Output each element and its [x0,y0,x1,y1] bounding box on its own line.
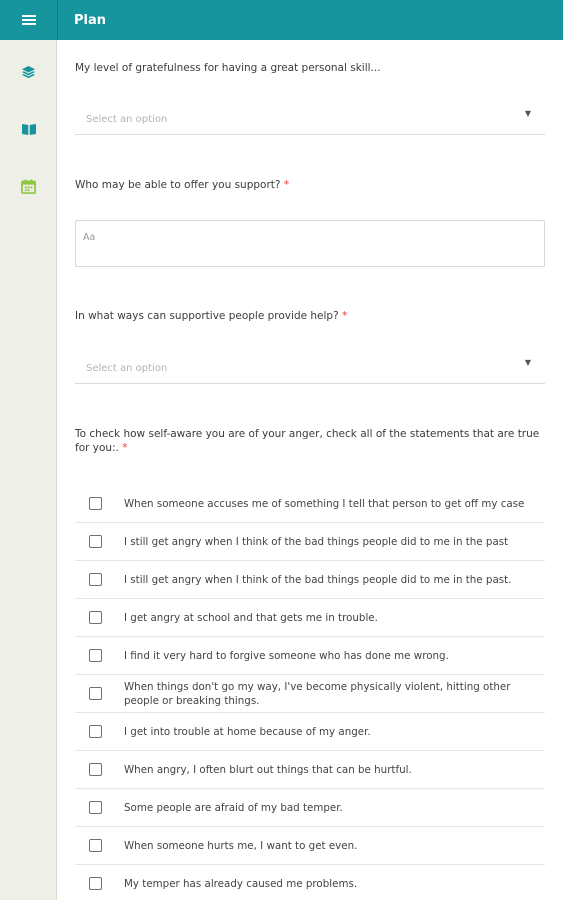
statement-label: When someone accuses me of something I t… [124,498,525,510]
statement-label: When someone hurts me, I want to get eve… [124,840,358,852]
checkbox[interactable] [89,877,102,890]
anger-statement-row[interactable]: I still get angry when I think of the ba… [75,523,545,561]
checkbox[interactable] [89,839,102,852]
checkbox[interactable] [89,725,102,738]
menu-button[interactable] [0,0,57,40]
statement-label: I find it very hard to forgive someone w… [124,650,449,662]
sidebar-item-calendar[interactable] [19,177,38,196]
sidebar-item-layers[interactable] [19,63,38,82]
question-support-label: Who may be able to offer you support? * [75,179,290,191]
anger-statement-row[interactable]: I still get angry when I think of the ba… [75,561,545,599]
gratefulness-select[interactable]: Select an option ▼ [75,101,545,135]
anger-statement-row[interactable]: My temper has already caused me problems… [75,865,545,900]
question-anger-label: To check how self-aware you are of your … [75,428,540,454]
sidebar-item-book[interactable] [19,119,38,138]
anger-statement-row[interactable]: I get angry at school and that gets me i… [75,599,545,637]
statement-label: When angry, I often blurt out things tha… [124,764,412,776]
app-header: Plan [57,0,563,40]
hamburger-menu-icon [21,15,36,25]
question-help-label: In what ways can supportive people provi… [75,310,348,322]
sidebar [0,0,57,900]
checkbox[interactable] [89,611,102,624]
checkbox[interactable] [89,649,102,662]
anger-statement-row[interactable]: Some people are afraid of my bad temper. [75,789,545,827]
checkbox[interactable] [89,535,102,548]
page-title: Plan [74,12,107,28]
anger-statement-row[interactable]: I find it very hard to forgive someone w… [75,637,545,675]
checkbox[interactable] [89,687,102,700]
statement-label: I get into trouble at home because of my… [124,726,371,738]
statement-label: My temper has already caused me problems… [124,878,358,890]
statement-label: I still get angry when I think of the ba… [124,574,512,586]
anger-statement-row[interactable]: When someone accuses me of something I t… [75,485,545,523]
anger-statement-row[interactable]: When someone hurts me, I want to get eve… [75,827,545,865]
statement-label: Some people are afraid of my bad temper. [124,802,343,814]
chevron-down-icon: ▼ [524,109,531,118]
textarea-placeholder: Aa [83,232,96,243]
plan-form: My level of gratefulness for having a gr… [57,40,563,900]
anger-statement-row[interactable]: I get into trouble at home because of my… [75,713,545,751]
checkbox[interactable] [89,763,102,776]
support-textarea[interactable]: Aa [75,220,545,267]
checkbox[interactable] [89,801,102,814]
statement-label: When things don't go my way, I've become… [124,681,511,707]
layers-icon [21,65,36,79]
checkbox[interactable] [89,497,102,510]
anger-statement-row[interactable]: When angry, I often blurt out things tha… [75,751,545,789]
checkbox[interactable] [89,573,102,586]
question-gratefulness-label: My level of gratefulness for having a gr… [75,62,381,74]
statement-label: I get angry at school and that gets me i… [124,612,378,624]
help-select[interactable]: Select an option ▼ [75,350,545,384]
chevron-down-icon: ▼ [524,358,531,367]
book-icon [21,123,36,135]
select-placeholder: Select an option [86,363,168,374]
calendar-icon [21,179,36,194]
anger-statement-row[interactable]: When things don't go my way, I've become… [75,675,545,713]
select-placeholder: Select an option [86,114,168,125]
statement-label: I still get angry when I think of the ba… [124,536,509,548]
